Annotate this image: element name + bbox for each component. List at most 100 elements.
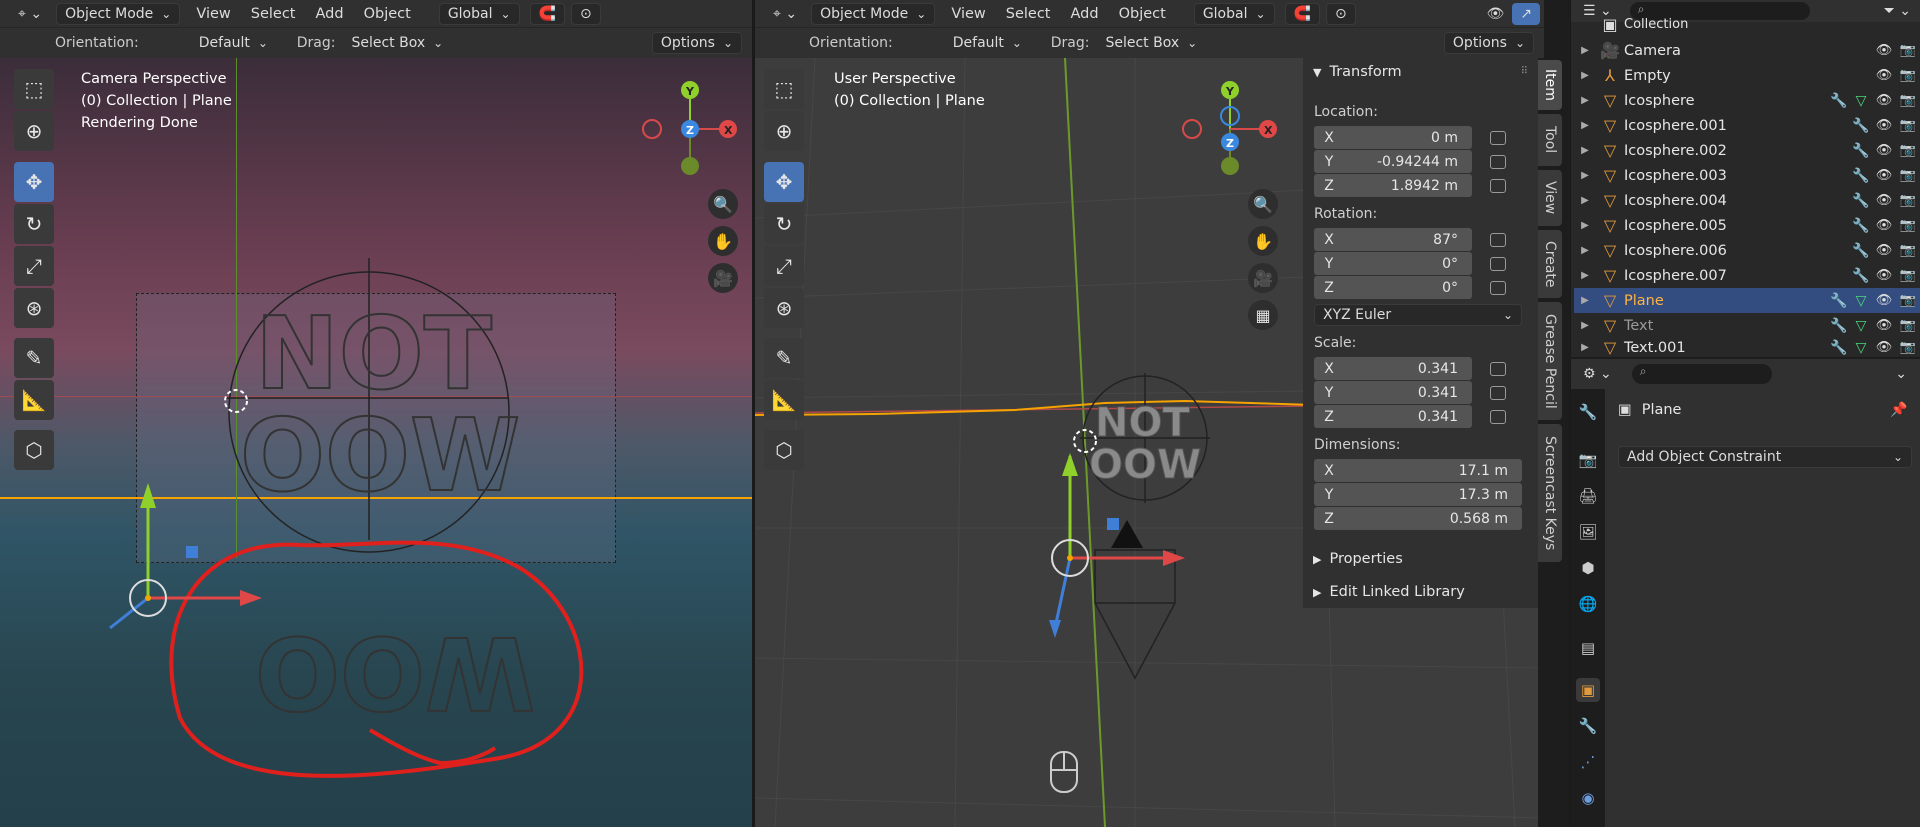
visibility-icon[interactable]: 👁 <box>1478 3 1512 25</box>
editor-type-dropdown[interactable]: ⌖ ⌄ <box>10 3 50 25</box>
expand-arrow-icon[interactable]: ▶ <box>1574 295 1596 306</box>
scale-tool[interactable]: ⤢ <box>764 246 804 286</box>
transform-orientation-dropdown[interactable]: Global <box>1193 2 1275 25</box>
expand-arrow-icon[interactable]: ▶ <box>1574 170 1596 181</box>
grid-ortho-icon[interactable]: ▦ <box>1248 300 1278 330</box>
tab-item[interactable]: Item <box>1538 60 1562 110</box>
transform-tool[interactable]: ⊛ <box>764 288 804 328</box>
menu-object[interactable]: Object <box>1109 6 1176 22</box>
mesh-data-icon[interactable]: ▽ <box>1850 293 1872 309</box>
orientation-dropdown[interactable]: Default <box>923 32 1045 54</box>
render-visibility-icon[interactable]: 📷 <box>1896 93 1920 108</box>
expand-arrow-icon[interactable]: ▶ <box>1574 70 1596 81</box>
render-visibility-icon[interactable]: 📷 <box>1896 193 1920 208</box>
render-tab-icon[interactable]: 📷 <box>1576 448 1600 472</box>
camera-view-icon[interactable]: 🎥 <box>1248 263 1278 293</box>
add-object-constraint-dropdown[interactable]: Add Object Constraint <box>1618 446 1912 468</box>
scale-tool[interactable]: ⤢ <box>14 246 54 286</box>
eye-icon[interactable]: 👁 <box>1872 293 1896 308</box>
modifier-icon[interactable]: 🔧 <box>1828 293 1850 309</box>
drag-dropdown[interactable]: Select Box <box>1097 32 1205 54</box>
hand-pan-icon[interactable]: ✋ <box>1248 226 1278 256</box>
editor-type-dropdown[interactable]: ⌖ ⌄ <box>765 3 805 25</box>
modifier-icon[interactable]: 🔧 <box>1828 318 1850 334</box>
scale-y-field[interactable]: Y 0.341 <box>1314 381 1472 404</box>
view-layer-tab-icon[interactable]: 🖼 <box>1576 520 1600 544</box>
tab-screencast-keys[interactable]: Screencast Keys <box>1538 424 1562 562</box>
zoom-icon[interactable]: 🔍 <box>708 189 738 219</box>
expand-arrow-icon[interactable]: ▶ <box>1574 342 1596 353</box>
hand-pan-icon[interactable]: ✋ <box>708 226 738 256</box>
outliner-row-camera[interactable]: ▶ 🎥 Camera 👁 📷 <box>1574 38 1920 63</box>
rotation-x-field[interactable]: X 87° <box>1314 228 1472 251</box>
outliner-collection-row[interactable]: ▣ Collection <box>1574 16 1920 32</box>
physics-tab-icon[interactable]: ◉ <box>1576 786 1600 810</box>
menu-select[interactable]: Select <box>241 6 306 22</box>
modifier-icon[interactable]: 🔧 <box>1850 218 1872 234</box>
drag-dropdown[interactable]: Select Box <box>343 32 451 54</box>
outliner-row-icosphere-004[interactable]: ▶ ▽ Icosphere.004 🔧 👁 📷 <box>1574 188 1920 213</box>
options-dropdown[interactable]: Options <box>651 32 742 54</box>
rotation-mode-dropdown[interactable]: XYZ Euler <box>1314 304 1522 326</box>
expand-arrow-icon[interactable]: ▶ <box>1574 145 1596 156</box>
tab-tool[interactable]: Tool <box>1538 114 1562 166</box>
scene-tab-icon[interactable]: ⬢ <box>1576 556 1600 580</box>
outliner-row-icosphere-007[interactable]: ▶ ▽ Icosphere.007 🔧 👁 📷 <box>1574 263 1920 288</box>
modifier-icon[interactable]: 🔧 <box>1850 168 1872 184</box>
navigation-gizmo[interactable]: Y Z X <box>635 68 745 178</box>
transform-orientation-dropdown[interactable]: Global <box>438 2 520 25</box>
menu-add[interactable]: Add <box>306 6 354 22</box>
move-tool[interactable]: ✥ <box>764 162 804 202</box>
gizmo-toggle-icon[interactable]: ↗ <box>1512 2 1540 25</box>
lock-icon[interactable] <box>1490 233 1506 247</box>
mesh-data-icon[interactable]: ▽ <box>1850 93 1872 109</box>
mesh-data-icon[interactable]: ▽ <box>1850 340 1872 356</box>
expand-arrow-icon[interactable]: ▶ <box>1574 320 1596 331</box>
lock-icon[interactable] <box>1490 131 1506 145</box>
modifier-icon[interactable]: 🔧 <box>1850 243 1872 259</box>
expand-arrow-icon[interactable]: ▶ <box>1574 45 1596 56</box>
render-visibility-icon[interactable]: 📷 <box>1896 318 1920 333</box>
expand-arrow-icon[interactable]: ▶ <box>1574 220 1596 231</box>
proportional-edit-toggle[interactable]: ⊙ <box>1325 2 1356 25</box>
lock-icon[interactable] <box>1490 179 1506 193</box>
menu-view[interactable]: View <box>186 6 240 22</box>
modifier-tab-icon[interactable]: 🔧 <box>1576 714 1600 738</box>
render-visibility-icon[interactable]: 📷 <box>1896 243 1920 258</box>
select-box-tool[interactable]: ⬚ <box>764 69 804 109</box>
measure-tool[interactable]: 📐 <box>764 380 804 420</box>
modifier-icon[interactable]: 🔧 <box>1828 93 1850 109</box>
object-tab-icon[interactable]: ▣ <box>1576 678 1600 702</box>
expand-arrow-icon[interactable]: ▶ <box>1574 120 1596 131</box>
expand-arrow-icon[interactable]: ▶ <box>1574 245 1596 256</box>
lock-icon[interactable] <box>1490 155 1506 169</box>
rotate-tool[interactable]: ↻ <box>14 204 54 244</box>
eye-icon[interactable]: 👁 <box>1872 340 1896 355</box>
render-visibility-icon[interactable]: 📷 <box>1896 43 1920 58</box>
eye-icon[interactable]: 👁 <box>1872 143 1896 158</box>
expand-arrow-icon[interactable]: ▶ <box>1574 195 1596 206</box>
modifier-icon[interactable]: 🔧 <box>1850 193 1872 209</box>
transform-tool[interactable]: ⊛ <box>14 288 54 328</box>
mode-dropdown[interactable]: Object Mode <box>56 2 181 25</box>
outliner-row-text[interactable]: ▶ ▽ Text 🔧 ▽ 👁 📷 <box>1574 313 1920 338</box>
menu-add[interactable]: Add <box>1061 6 1109 22</box>
annotate-tool[interactable]: ✎ <box>14 338 54 378</box>
tool-tab-icon[interactable]: 🔧 <box>1576 400 1600 424</box>
location-x-field[interactable]: X0 m <box>1314 126 1472 149</box>
outliner-row-icosphere-002[interactable]: ▶ ▽ Icosphere.002 🔧 👁 📷 <box>1574 138 1920 163</box>
move-tool[interactable]: ✥ <box>14 162 54 202</box>
collection-tab-icon[interactable]: ▤ <box>1576 636 1600 660</box>
navigation-gizmo[interactable]: Y Z X <box>1175 68 1285 178</box>
menu-view[interactable]: View <box>941 6 995 22</box>
eye-icon[interactable]: 👁 <box>1872 268 1896 283</box>
eye-icon[interactable]: 👁 <box>1872 168 1896 183</box>
eye-icon[interactable]: 👁 <box>1872 243 1896 258</box>
scale-x-field[interactable]: X 0.341 <box>1314 357 1472 380</box>
edit-linked-library-subpanel[interactable]: ▶ Edit Linked Library <box>1313 584 1465 600</box>
render-visibility-icon[interactable]: 📷 <box>1896 340 1920 355</box>
lock-icon[interactable] <box>1490 386 1506 400</box>
rotation-y-field[interactable]: Y 0° <box>1314 252 1472 275</box>
outliner-row-icosphere[interactable]: ▶ ▽ Icosphere 🔧 ▽ 👁 📷 <box>1574 88 1920 113</box>
camera-view-icon[interactable]: 🎥 <box>708 263 738 293</box>
